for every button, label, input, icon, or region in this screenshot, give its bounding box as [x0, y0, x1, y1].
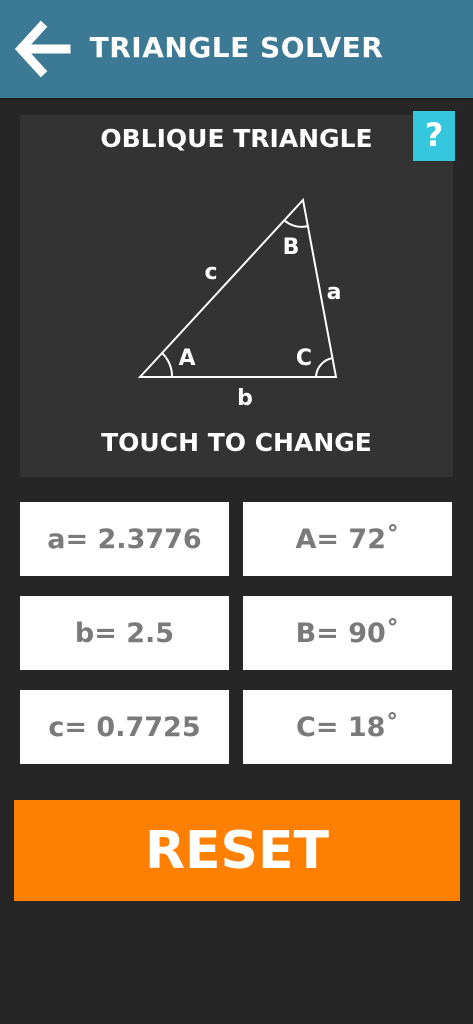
angle-label-C: C: [296, 346, 312, 371]
angle-B-field[interactable]: B= 90˚: [243, 596, 452, 670]
triangle-diagram[interactable]: A B C a b c: [0, 0, 473, 480]
angle-arc-A: [161, 352, 174, 378]
side-label-c: c: [204, 260, 217, 285]
reset-button[interactable]: RESET: [14, 800, 460, 901]
touch-hint: TOUCH TO CHANGE: [101, 428, 372, 457]
angle-arc-C: [315, 357, 334, 378]
angle-C-field[interactable]: C= 18˚: [243, 690, 452, 764]
side-a-field[interactable]: a= 2.3776: [20, 502, 229, 576]
angle-label-B: B: [283, 235, 300, 260]
angle-label-A: A: [178, 346, 195, 371]
angle-arc-B: [283, 219, 309, 228]
angle-A-field[interactable]: A= 72˚: [243, 502, 452, 576]
side-label-b: b: [237, 386, 253, 411]
help-button[interactable]: ?: [413, 111, 455, 161]
side-label-a: a: [327, 280, 342, 305]
side-b-field[interactable]: b= 2.5: [20, 596, 229, 670]
side-c-field[interactable]: c= 0.7725: [20, 690, 229, 764]
